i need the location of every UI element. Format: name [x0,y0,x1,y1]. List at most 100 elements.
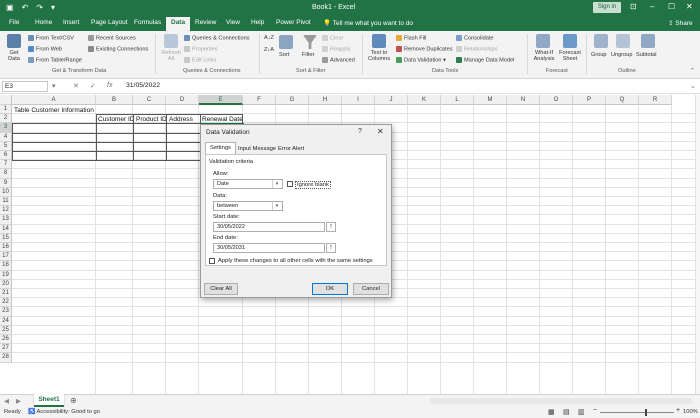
cancel-entry-icon[interactable]: ✕ [73,82,79,90]
page-layout-view-icon[interactable]: ▤ [563,408,570,416]
column-header-c[interactable]: C [133,95,166,105]
column-header-f[interactable]: F [243,95,276,105]
expand-formula-bar-icon[interactable]: ⌄ [690,82,696,90]
row-header-16[interactable]: 16 [0,243,12,253]
reapply-button[interactable]: Reapply [322,46,351,52]
start-date-input[interactable]: 30/05/2022 [213,222,325,232]
row-header-15[interactable]: 15 [0,233,12,243]
tab-page-layout[interactable]: Page Layout [91,19,128,26]
formula-input[interactable]: 31/05/2022 [126,82,160,89]
enter-entry-icon[interactable]: ✓ [90,82,96,90]
tab-file[interactable]: File [9,19,19,26]
close-icon[interactable]: ✕ [377,127,384,136]
sign-in-button[interactable]: Sign in [593,2,621,13]
from-table-range-button[interactable]: From Table/Range [28,57,82,63]
row-header-26[interactable]: 26 [0,335,12,345]
cell-a1[interactable]: Table Customer Information [14,107,94,114]
row-header-11[interactable]: 11 [0,197,12,207]
row-header-18[interactable]: 18 [0,261,12,271]
save-icon[interactable]: ▣ [6,3,14,12]
insert-function-icon[interactable]: fx [107,82,112,89]
ignore-blank-checkbox[interactable] [287,181,293,187]
horizontal-scrollbar[interactable] [430,398,692,404]
edit-links-button[interactable]: Edit Links [184,57,216,63]
add-sheet-icon[interactable]: ⊕ [70,396,77,405]
tell-me-search[interactable]: 💡 Tell me what you want to do [323,19,413,27]
name-box[interactable]: E3 [2,81,48,92]
ribbon-display-icon[interactable]: ⊡ [630,2,637,11]
column-header-m[interactable]: M [474,95,507,105]
row-header-10[interactable]: 10 [0,187,12,197]
row-header-21[interactable]: 21 [0,289,12,299]
recent-sources-button[interactable]: Recent Sources [88,35,136,41]
clear-button[interactable]: Clear [322,35,343,41]
row-header-1[interactable]: 1 [0,105,12,115]
row-header-20[interactable]: 20 [0,279,12,289]
from-web-button[interactable]: From Web [28,46,62,52]
column-header-n[interactable]: N [507,95,540,105]
column-header-h[interactable]: H [309,95,342,105]
column-header-g[interactable]: G [276,95,309,105]
next-sheet-icon[interactable]: ▶ [16,397,21,405]
tab-error-alert[interactable]: Error Alert [273,143,309,154]
prev-sheet-icon[interactable]: ◀ [4,397,9,405]
row-header-3[interactable]: 3 [0,123,12,133]
zoom-out-icon[interactable]: − [593,407,597,414]
zoom-slider[interactable] [600,412,674,413]
tab-review[interactable]: Review [195,19,216,26]
column-header-l[interactable]: L [441,95,474,105]
sort-ascending-button[interactable]: A↓Z [264,35,274,41]
share-button[interactable]: ⇪ Share [668,19,693,27]
tab-help[interactable]: Help [251,19,264,26]
column-header-e[interactable]: E [199,95,243,105]
column-header-b[interactable]: B [96,95,133,105]
column-header-p[interactable]: P [573,95,606,105]
cancel-button[interactable]: Cancel [353,283,389,295]
collapse-dialog-icon[interactable]: ↑ [326,243,336,253]
apply-all-checkbox[interactable] [209,258,215,264]
text-to-columns-button[interactable]: Text to Columns [366,50,392,62]
row-header-8[interactable]: 8 [0,169,12,179]
row-header-6[interactable]: 6 [0,151,12,161]
tab-formulas[interactable]: Formulas [134,19,161,26]
consolidate-button[interactable]: Consolidate [456,35,494,41]
vertical-scrollbar[interactable] [695,95,700,394]
column-header-i[interactable]: I [342,95,375,105]
tab-insert[interactable]: Insert [63,19,79,26]
tab-data[interactable]: Data [166,17,191,31]
remove-duplicates-button[interactable]: Remove Duplicates [396,46,453,52]
filter-button[interactable]: Filter [302,52,314,58]
undo-icon[interactable]: ↶ [22,3,29,12]
accessibility-status[interactable]: ♿ Accessibility: Good to go [28,409,100,415]
data-validation-button[interactable]: Data Validation ▾ [396,57,446,63]
zoom-in-icon[interactable]: + [676,407,680,414]
zoom-level[interactable]: 100% [683,409,698,415]
data-select[interactable]: between ▾ [213,201,283,211]
ungroup-button[interactable]: Ungroup [611,52,632,58]
relationships-button[interactable]: Relationships [456,46,498,52]
customize-qat-icon[interactable]: ▾ [51,3,55,12]
get-data-button[interactable]: Get Data [3,50,25,62]
from-text-csv-button[interactable]: From Text/CSV [28,35,74,41]
end-date-input[interactable]: 30/05/2031 [213,243,325,253]
clear-all-button[interactable]: Clear All [204,283,238,295]
help-icon[interactable]: ? [358,128,362,135]
name-box-dropdown-icon[interactable]: ▾ [52,82,56,90]
zoom-slider-thumb[interactable] [645,409,647,416]
tab-view[interactable]: View [226,19,240,26]
row-header-24[interactable]: 24 [0,316,12,326]
row-header-4[interactable]: 4 [0,132,12,142]
column-header-j[interactable]: J [375,95,408,105]
advanced-button[interactable]: Advanced [322,57,355,63]
ok-button[interactable]: OK [312,283,348,295]
row-header-14[interactable]: 14 [0,224,12,234]
sort-button[interactable]: Sort [279,52,289,58]
refresh-all-button[interactable]: Refresh All [158,50,184,62]
collapse-dialog-icon[interactable]: ↑ [326,222,336,232]
allow-select[interactable]: Date ▾ [213,179,283,189]
queries-connections-button[interactable]: Queries & Connections [184,35,250,41]
column-header-d[interactable]: D [166,95,199,105]
column-header-a[interactable]: A [12,95,96,105]
column-header-o[interactable]: O [540,95,573,105]
row-header-2[interactable]: 2 [0,114,12,124]
